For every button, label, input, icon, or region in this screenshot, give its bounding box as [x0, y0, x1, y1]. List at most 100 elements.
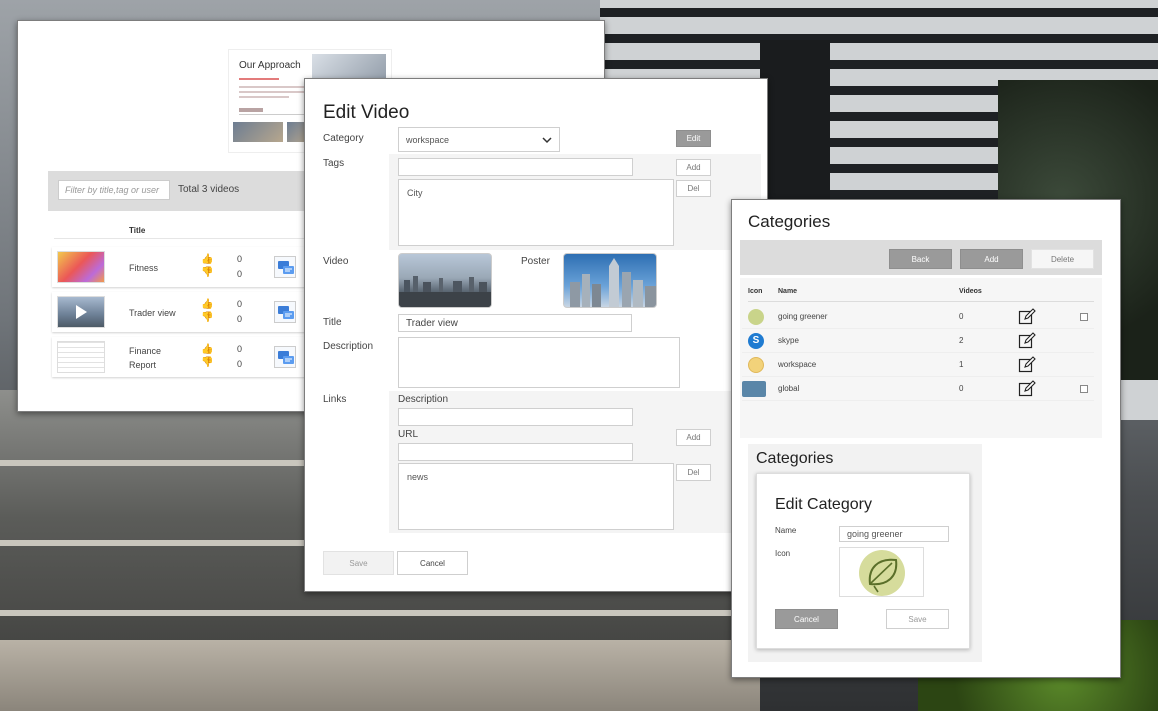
categories-toolbar: Back Add Delete — [740, 240, 1102, 275]
category-row[interactable]: global 0 — [742, 377, 1094, 401]
column-icon: Icon — [748, 288, 763, 295]
like-count: 0 — [237, 254, 243, 264]
link-description-label: Description — [398, 394, 449, 405]
edit-video-window: Edit Video Category workspace Edit Tags … — [304, 78, 768, 592]
description-textarea[interactable] — [398, 337, 680, 388]
video-title: Fitness — [129, 263, 159, 273]
like-count: 0 — [237, 299, 243, 309]
column-name: Name — [778, 288, 798, 295]
edit-video-heading: Edit Video — [323, 102, 410, 123]
dislike-count: 0 — [237, 269, 243, 279]
category-label: Category — [323, 133, 364, 144]
filter-input[interactable]: Filter by title,tag or user — [58, 180, 170, 200]
category-name: going greener — [778, 312, 828, 321]
add-category-button[interactable]: Add — [960, 249, 1023, 269]
link-url-input[interactable] — [398, 443, 633, 461]
icon-label: Icon — [775, 549, 791, 558]
thumbs-up-icon[interactable]: 👍 — [201, 299, 213, 310]
thumbs-down-icon[interactable]: 👎 — [201, 357, 213, 368]
delete-category-button[interactable]: Delete — [1031, 249, 1094, 269]
poster-label: Poster — [521, 256, 550, 267]
category-name: workspace — [778, 360, 817, 369]
poster-skyline-image — [570, 258, 656, 307]
cancel-button[interactable]: Cancel — [397, 551, 468, 575]
cancel-edit-category-button[interactable]: Cancel — [775, 609, 838, 629]
column-videos: Videos — [959, 288, 982, 295]
category-row[interactable]: S skype 2 — [742, 329, 1094, 353]
workspace-icon — [748, 357, 764, 373]
globe-icon — [742, 381, 766, 397]
category-video-count: 0 — [959, 384, 964, 393]
category-select-value: workspace — [406, 134, 450, 145]
add-link-button[interactable]: Add — [676, 429, 711, 446]
edit-icon[interactable] — [1018, 308, 1036, 326]
thumbs-down-icon[interactable]: 👎 — [201, 312, 213, 323]
video-thumbnail[interactable] — [57, 341, 105, 373]
category-checkbox[interactable] — [1080, 313, 1088, 321]
category-row[interactable]: going greener 0 — [742, 305, 1094, 329]
edit-icon[interactable] — [1018, 380, 1036, 398]
comments-button[interactable] — [274, 346, 296, 368]
tags-input[interactable] — [398, 158, 633, 176]
links-label: Links — [323, 394, 347, 405]
video-title-line: Report — [129, 360, 157, 370]
category-name: skype — [778, 336, 799, 345]
back-button[interactable]: Back — [889, 249, 952, 269]
save-category-button[interactable]: Save — [886, 609, 949, 629]
link-description-input[interactable] — [398, 408, 633, 426]
thumbs-up-icon[interactable]: 👍 — [201, 344, 213, 355]
category-select[interactable]: workspace — [398, 127, 560, 152]
save-button[interactable]: Save — [323, 551, 394, 575]
preview-title: Our Approach — [239, 60, 301, 71]
title-label: Title — [323, 317, 342, 328]
categories-window: Categories Back Add Delete Icon Name Vid… — [731, 199, 1121, 678]
comments-icon — [278, 351, 294, 364]
category-video-count: 0 — [959, 312, 964, 321]
video-cityscape-image — [399, 276, 491, 307]
tags-list[interactable]: City — [398, 179, 674, 246]
comments-icon — [278, 261, 294, 274]
video-thumbnail[interactable] — [57, 296, 105, 328]
name-label: Name — [775, 526, 797, 535]
background-plaza — [0, 640, 760, 711]
poster-image-thumbnail[interactable] — [563, 253, 657, 308]
video-title-line: Finance — [129, 346, 162, 356]
skype-icon: S — [748, 333, 764, 349]
category-video-count: 1 — [959, 360, 964, 369]
categories-sub-heading: Categories — [756, 450, 834, 467]
edit-category-heading: Edit Category — [775, 496, 872, 513]
video-title: Finance Report — [129, 344, 161, 372]
leaf-icon — [859, 550, 905, 596]
edit-category-button[interactable]: Edit — [676, 130, 711, 147]
category-checkbox[interactable] — [1080, 385, 1088, 393]
delete-tag-button[interactable]: Del — [676, 180, 711, 197]
leaf-icon — [748, 309, 764, 325]
video-file-thumbnail[interactable] — [398, 253, 492, 308]
edit-icon[interactable] — [1018, 332, 1036, 350]
thumbs-up-icon[interactable]: 👍 — [201, 254, 213, 265]
chevron-down-icon — [542, 136, 552, 143]
column-title: Title — [129, 226, 146, 235]
comments-button[interactable] — [274, 256, 296, 278]
category-video-count: 2 — [959, 336, 964, 345]
title-input[interactable]: Trader view — [398, 314, 632, 332]
tags-label: Tags — [323, 158, 345, 169]
category-name-input[interactable]: going greener — [839, 526, 949, 542]
category-icon-picker[interactable] — [839, 547, 924, 597]
category-row[interactable]: workspace 1 — [742, 353, 1094, 377]
edit-icon[interactable] — [1018, 356, 1036, 374]
video-thumbnail[interactable] — [57, 251, 105, 283]
dislike-count: 0 — [237, 314, 243, 324]
link-url-label: URL — [398, 429, 419, 440]
dislike-count: 0 — [237, 359, 243, 369]
delete-link-button[interactable]: Del — [676, 464, 711, 481]
categories-heading: Categories — [748, 212, 831, 231]
video-title: Trader view — [129, 308, 176, 318]
comments-button[interactable] — [274, 301, 296, 323]
play-icon — [76, 305, 87, 319]
links-list[interactable]: news — [398, 463, 674, 530]
add-tag-button[interactable]: Add — [676, 159, 711, 176]
video-label: Video — [323, 256, 349, 267]
thumbs-down-icon[interactable]: 👎 — [201, 267, 213, 278]
category-name: global — [778, 384, 800, 393]
